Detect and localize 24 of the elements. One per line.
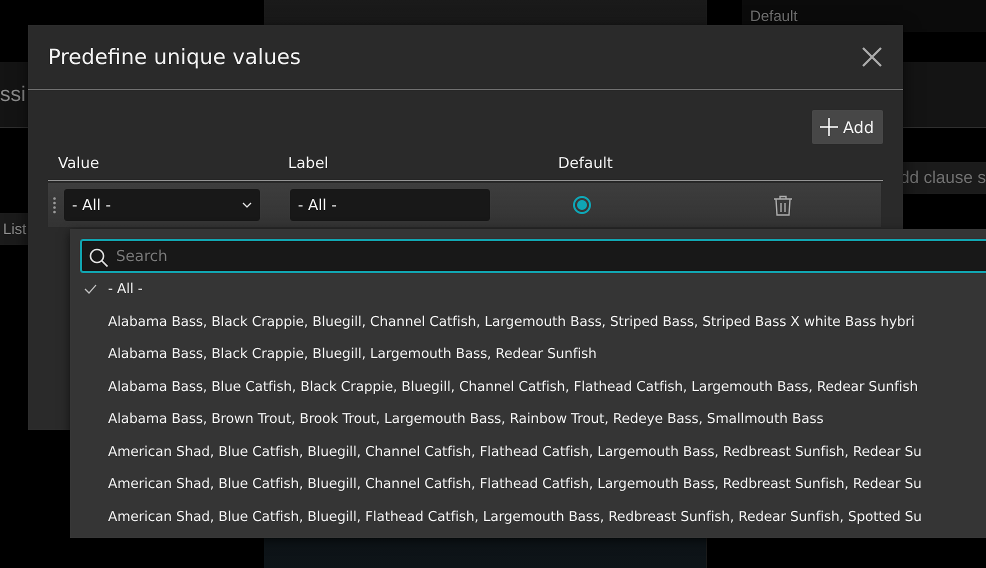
- dropdown-option[interactable]: American Shad, Blue Catfish, Bluegill, Flathead Catfish, Largemouth Bass, Redbreast Sunfish, Redear Sunfish, Spotted Su: [80, 500, 986, 533]
- dialog-title: Predefine unique values: [48, 45, 301, 69]
- dropdown-option[interactable]: American Shad, Blue Catfish, Bluegill, Channel Catfish, Flathead Catfish, Largemouth Bass, Redbreast Sunfish, Redear Su: [80, 436, 986, 468]
- label-input[interactable]: - All -: [290, 189, 490, 221]
- search-field[interactable]: Search: [80, 239, 986, 273]
- dropdown-option[interactable]: Alabama Bass, Black Crappie, Bluegill, Largemouth Bass, Redear Sunfish: [80, 338, 986, 370]
- search-icon: [89, 248, 109, 268]
- column-header: Label: [288, 154, 330, 172]
- value-select[interactable]: - All -: [64, 189, 260, 221]
- dropdown-option[interactable]: Alabama Bass, Blue Catfish, Black Crappie, Bluegill, Channel Catfish, Flathead Catfish, Largemouth Bass, Redear Sunfish: [80, 370, 986, 403]
- dropdown-option[interactable]: - All -: [80, 273, 986, 306]
- add-button[interactable]: Add: [812, 110, 883, 144]
- dropdown-option[interactable]: Alabama Bass, Brown Trout, Brook Trout, Largemouth Bass, Rainbow Trout, Redeye Bass, Smallmouth Bass: [80, 403, 986, 436]
- default-radio[interactable]: [572, 196, 591, 214]
- column-header: Default: [558, 154, 614, 172]
- column-header: Value: [58, 154, 100, 172]
- dropdown-option[interactable]: Alabama Bass, Black Crappie, Bluegill, Channel Catfish, Largemouth Bass, Striped Bass, Striped Bass X white Bass hybri: [80, 306, 986, 338]
- panel-heading: ssi: [0, 82, 26, 106]
- plus-icon: [820, 118, 838, 136]
- drag-handle-icon[interactable]: [53, 196, 56, 214]
- trash-icon[interactable]: [773, 194, 794, 216]
- caret-icon: [242, 202, 252, 208]
- close-icon: [861, 46, 883, 68]
- dropdown-option[interactable]: American Shad, Blue Catfish, Bluegill, Channel Catfish, Flathead Catfish, Largemouth Bass, Redbreast Sunfish, Redear Su: [80, 468, 986, 500]
